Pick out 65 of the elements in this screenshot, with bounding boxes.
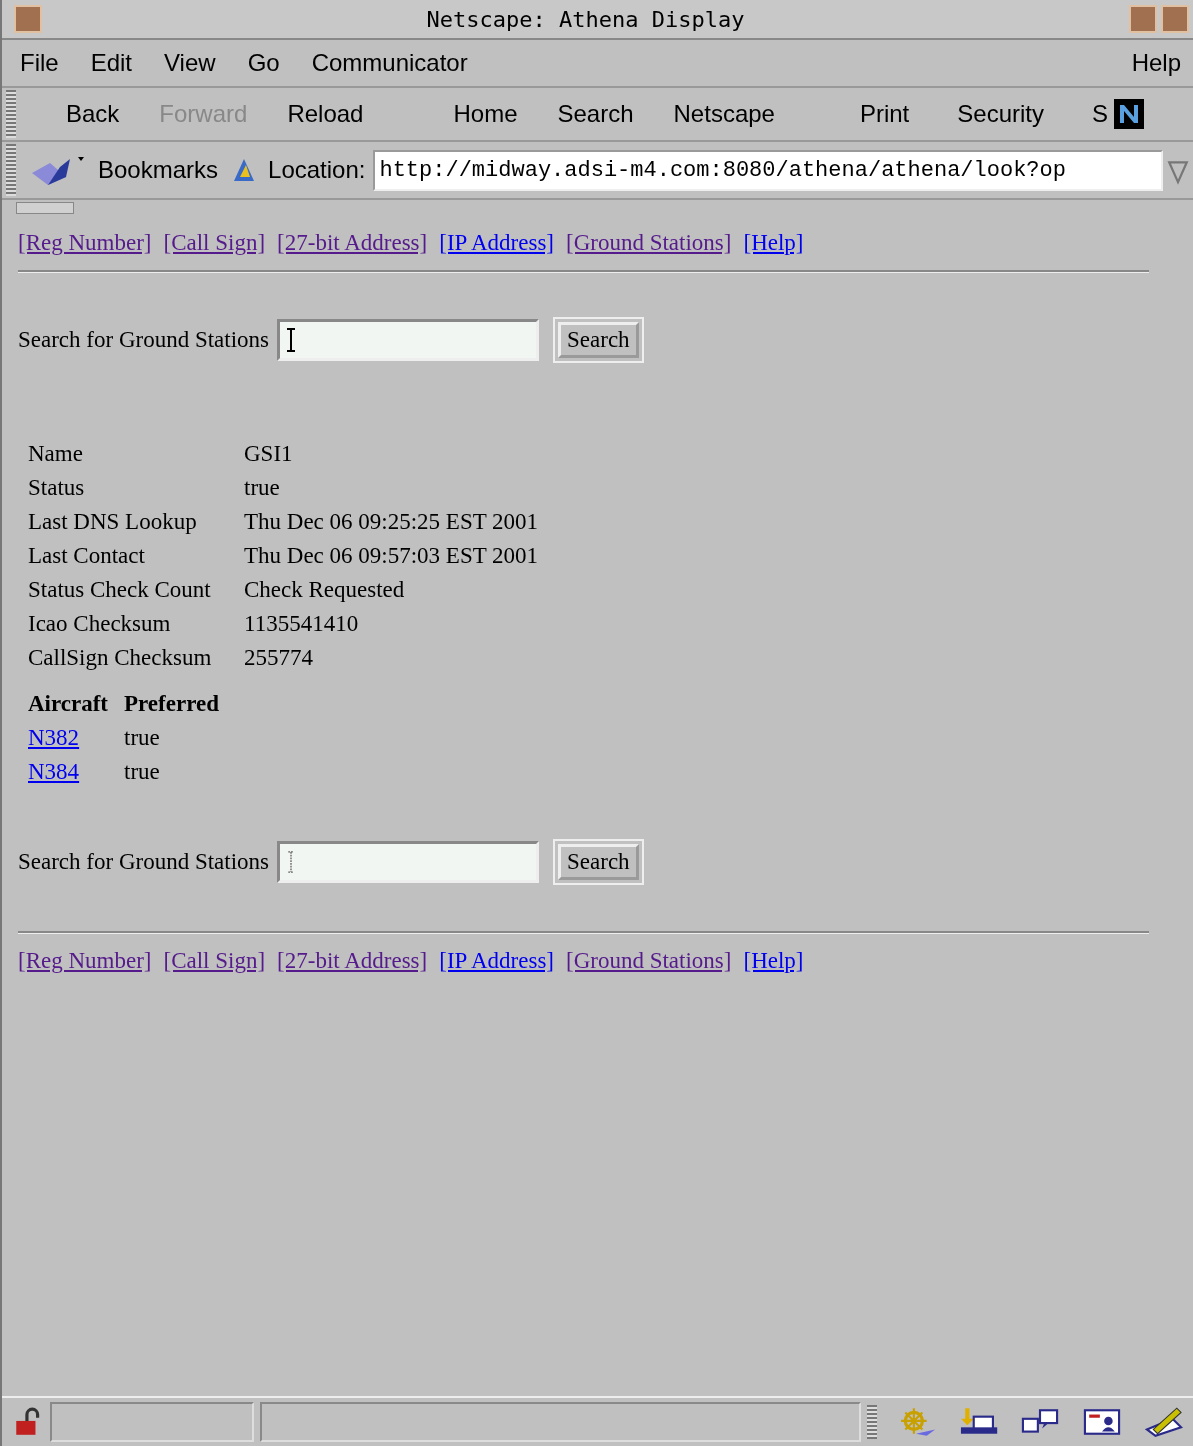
toolbar-button[interactable]: Home (453, 100, 518, 128)
nav-link[interactable]: [IP Address] (439, 230, 554, 256)
detail-value: 255774 (244, 645, 314, 671)
detail-label: Icao Checksum (28, 611, 172, 637)
nav-link[interactable]: [Call Sign] (163, 948, 266, 974)
collapsed-toolbar-tab[interactable] (16, 202, 74, 214)
aircraft-link[interactable]: N384 (28, 759, 80, 784)
maximize-icon[interactable] (1161, 5, 1189, 33)
column-header: Aircraft (28, 691, 110, 717)
search-field[interactable] (277, 319, 540, 361)
table-cell-text: true (124, 725, 161, 751)
text-cursor-icon (286, 328, 297, 352)
window-title: Netscape: Athena Display (425, 6, 746, 32)
nav-link[interactable]: [Reg Number] (18, 230, 152, 256)
menu-item[interactable]: Edit (90, 49, 133, 77)
detail-label: Last DNS Lookup (28, 509, 198, 535)
detail-label: Status (28, 475, 86, 501)
nav-link[interactable]: [27-bit Address] (277, 230, 428, 256)
menu-item[interactable]: Go (247, 49, 280, 77)
toolbar-button[interactable]: Reload (287, 100, 364, 128)
search-button[interactable]: Search (558, 322, 639, 358)
toolbar-button[interactable]: S (1092, 100, 1108, 128)
detail-value: Thu Dec 06 09:57:03 EST 2001 (244, 543, 539, 569)
detail-value: Check Requested (244, 577, 406, 603)
menu-item[interactable]: View (164, 49, 216, 77)
search-field[interactable] (277, 841, 540, 883)
nav-link[interactable]: [Ground Stations] (566, 230, 732, 256)
detail-value: Thu Dec 06 09:25:25 EST 2001 (244, 509, 539, 535)
location-label: Location: (268, 156, 366, 184)
help-menu[interactable]: Help (1131, 49, 1181, 77)
detail-value: true (244, 475, 281, 501)
toolbar-grip[interactable] (6, 90, 16, 138)
detail-label: Status Check Count (28, 577, 212, 603)
detail-value: 1135541410 (244, 611, 360, 637)
nav-link[interactable]: [Help] (743, 230, 804, 256)
search-button[interactable]: Search (558, 844, 639, 880)
toolbar-button[interactable]: Back (66, 100, 120, 128)
menu-item[interactable]: File (20, 49, 59, 77)
aircraft-link[interactable]: N382 (28, 725, 80, 750)
menu-item[interactable]: Communicator (311, 49, 468, 77)
toolbar-button[interactable]: Search (557, 100, 634, 128)
search-label: Search for Ground Stations (18, 327, 270, 353)
nav-link[interactable]: [Help] (743, 948, 804, 974)
toolbar-button[interactable]: Netscape (673, 100, 775, 128)
window-menu-icon[interactable] (14, 5, 42, 33)
bookmarks-button[interactable]: Bookmarks (98, 156, 219, 184)
minimize-icon[interactable] (1129, 5, 1157, 33)
toolbar-button[interactable]: Print (859, 100, 910, 128)
url-field[interactable]: http://midway.adsi-m4.com:8080/athena/athena/look?op (373, 149, 1163, 191)
detail-label: Last Contact (28, 543, 146, 569)
nav-link[interactable]: [Ground Stations] (566, 948, 732, 974)
nav-link[interactable]: [IP Address] (439, 948, 554, 974)
component-bar-grip[interactable] (867, 1405, 877, 1439)
detail-label: Name (28, 441, 84, 467)
nav-link[interactable]: [Call Sign] (163, 230, 266, 256)
nav-link[interactable]: [Reg Number] (18, 948, 152, 974)
toolbar-button[interactable]: Security (957, 100, 1044, 128)
netscape-logo (1114, 99, 1144, 129)
table-cell-text: true (124, 759, 161, 785)
search-label: Search for Ground Stations (18, 849, 270, 875)
toolbar-grip[interactable] (6, 144, 16, 196)
nav-link[interactable]: [27-bit Address] (277, 948, 428, 974)
detail-value: GSI1 (244, 441, 294, 467)
column-header: Preferred (124, 691, 220, 717)
detail-label: CallSign Checksum (28, 645, 213, 671)
